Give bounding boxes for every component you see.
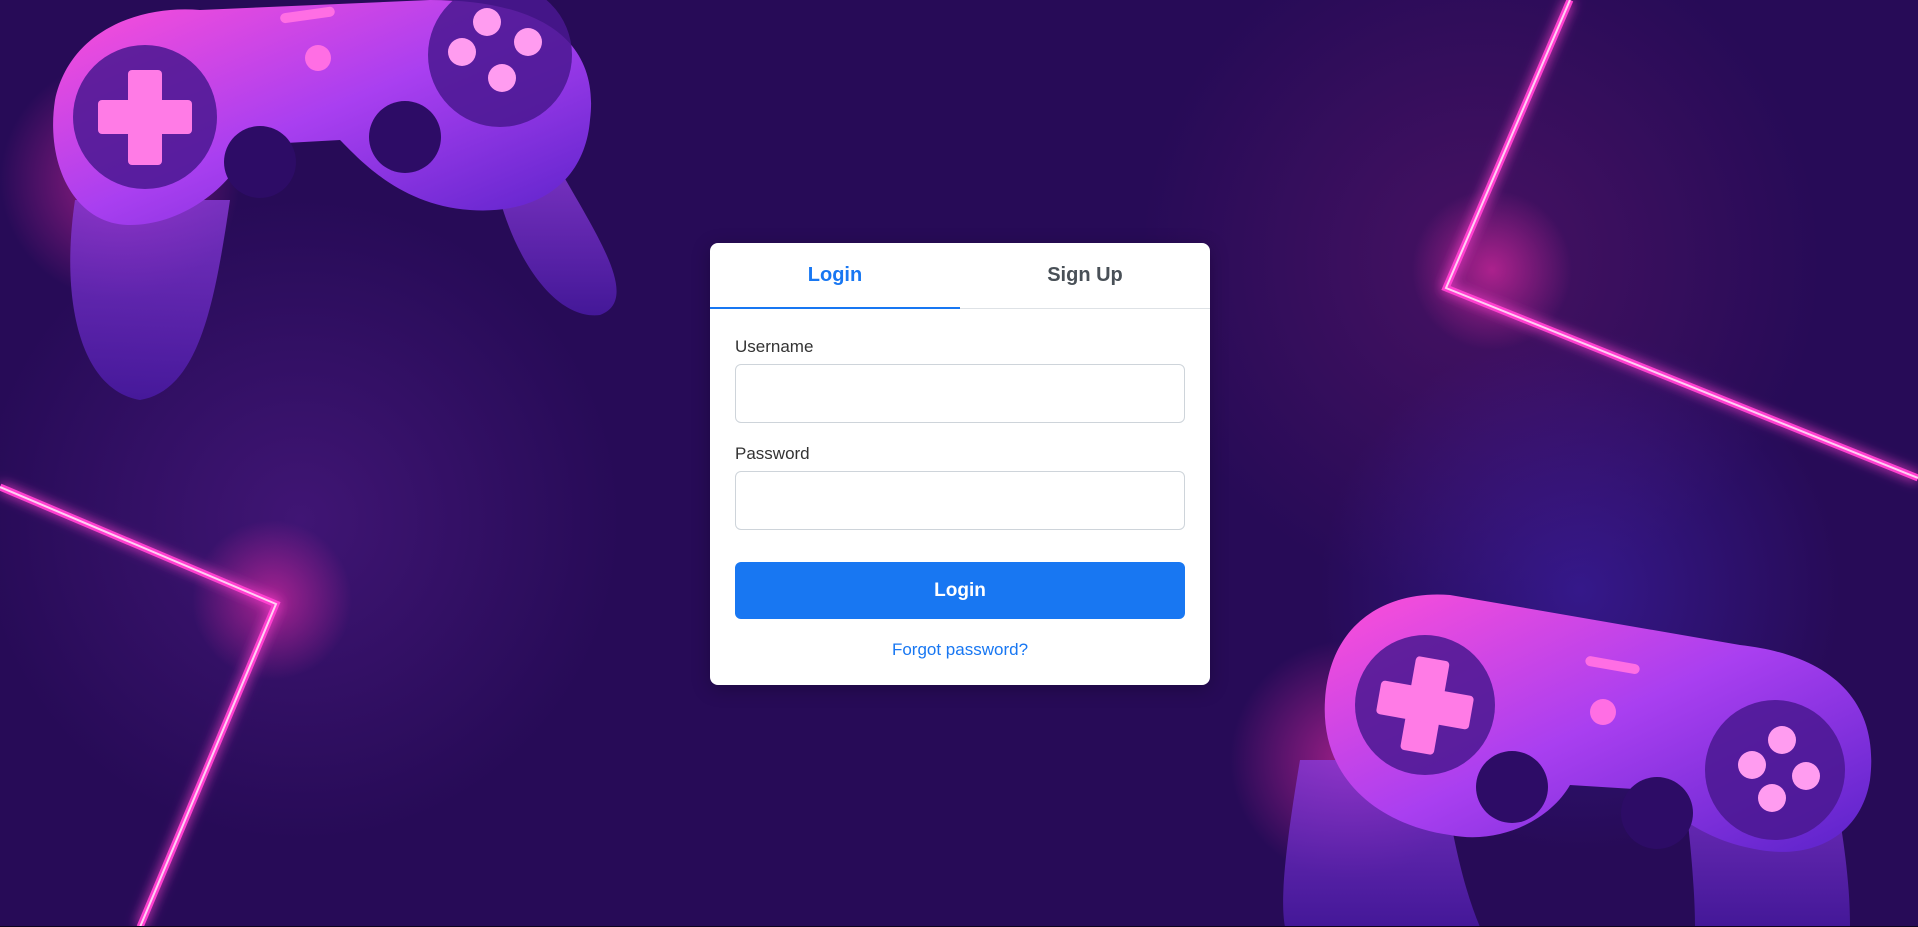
password-group: Password — [735, 444, 1185, 530]
username-input[interactable] — [735, 364, 1185, 423]
password-input[interactable] — [735, 471, 1185, 530]
auth-tabs: Login Sign Up — [710, 243, 1210, 309]
tab-sign-up[interactable]: Sign Up — [960, 243, 1210, 308]
neon-line-bottom-left — [0, 483, 352, 927]
auth-card: Login Sign Up Username Password Login Fo… — [710, 243, 1210, 685]
forgot-password-link[interactable]: Forgot password? — [735, 640, 1185, 660]
gamepad-icon — [1230, 594, 1872, 927]
gamepad-icon — [0, 0, 617, 400]
login-page: Login Sign Up Username Password Login Fo… — [0, 0, 1918, 927]
password-label: Password — [735, 444, 810, 463]
username-label: Username — [735, 337, 814, 356]
login-button[interactable]: Login — [735, 562, 1185, 619]
tab-login[interactable]: Login — [710, 243, 960, 309]
login-form: Username Password Login Forgot password? — [710, 309, 1210, 660]
neon-line-top-right — [1412, 0, 1918, 482]
username-group: Username — [735, 337, 1185, 423]
